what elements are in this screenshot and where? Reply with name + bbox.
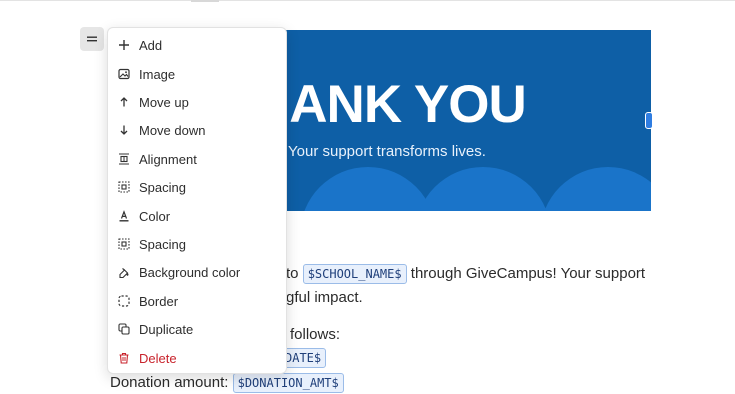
menu-item-border[interactable]: Border	[108, 288, 286, 314]
menu-item-color[interactable]: Color	[108, 203, 286, 229]
menu-item-label: Background color	[139, 264, 241, 280]
drag-handle-icon	[87, 36, 97, 42]
menu-item-label: Spacing	[139, 179, 186, 195]
top-tab-indicator	[191, 0, 219, 2]
spacing-icon	[117, 180, 131, 194]
menu-item-delete[interactable]: Delete	[108, 345, 286, 371]
menu-item-label: Move up	[139, 94, 189, 110]
body-line-1: to $SCHOOL_NAME$ through GiveCampus! You…	[286, 264, 645, 284]
banner-subtitle: Your support transforms lives.	[288, 143, 486, 160]
top-divider	[0, 0, 735, 1]
menu-item-label: Border	[139, 293, 179, 309]
paint-bucket-icon	[117, 265, 131, 279]
menu-item-label: Duplicate	[139, 321, 194, 337]
trash-icon	[117, 351, 131, 365]
arrow-down-icon	[117, 123, 131, 137]
menu-item-move-up[interactable]: Move up	[108, 89, 286, 115]
body-line-5: Donation amount: $DONATION_AMT$	[110, 373, 344, 393]
menu-item-label: Add	[139, 37, 163, 53]
merge-tag-school-name[interactable]: $SCHOOL_NAME$	[302, 264, 407, 284]
banner-decor-circle	[415, 167, 551, 211]
banner-resize-handle[interactable]	[645, 112, 653, 129]
block-drag-handle[interactable]	[80, 27, 104, 51]
donation-amount-label: Donation amount:	[110, 373, 229, 391]
body-text: through GiveCampus! Your support	[410, 264, 646, 282]
body-text: to	[286, 264, 299, 282]
menu-item-label: Move down	[139, 122, 206, 138]
menu-item-alignment[interactable]: Alignment	[108, 146, 286, 172]
menu-item-spacing[interactable]: Spacing	[108, 174, 286, 200]
menu-item-image[interactable]: Image	[108, 61, 286, 87]
banner-decor-circle	[300, 167, 436, 211]
body-line-2: gful impact.	[286, 289, 363, 306]
merge-tag-donation-amt[interactable]: $DONATION_AMT$	[232, 373, 344, 393]
image-icon	[117, 67, 131, 81]
arrow-up-icon	[117, 95, 131, 109]
spacing-icon	[117, 237, 131, 251]
alignment-icon	[117, 152, 131, 166]
menu-item-background-color[interactable]: Background color	[108, 259, 286, 285]
menu-item-duplicate[interactable]: Duplicate	[108, 316, 286, 342]
banner-title: HANK YOU	[252, 75, 527, 134]
banner-decor-circle	[540, 167, 651, 211]
menu-item-label: Spacing	[139, 236, 186, 252]
menu-item-label: Color	[139, 208, 171, 224]
menu-item-spacing[interactable]: Spacing	[108, 231, 286, 257]
menu-item-label: Image	[139, 66, 176, 82]
plus-icon	[117, 38, 131, 52]
menu-item-label: Alignment	[139, 151, 197, 167]
text-color-icon	[117, 209, 131, 223]
body-line-3: follows:	[290, 326, 341, 343]
menu-item-move-down[interactable]: Move down	[108, 117, 286, 143]
menu-item-label: Delete	[139, 350, 177, 366]
block-context-menu: Add Image Move up Move down Alignment Sp…	[107, 27, 287, 374]
border-icon	[117, 294, 131, 308]
menu-item-add[interactable]: Add	[108, 32, 286, 58]
duplicate-icon	[117, 322, 131, 336]
